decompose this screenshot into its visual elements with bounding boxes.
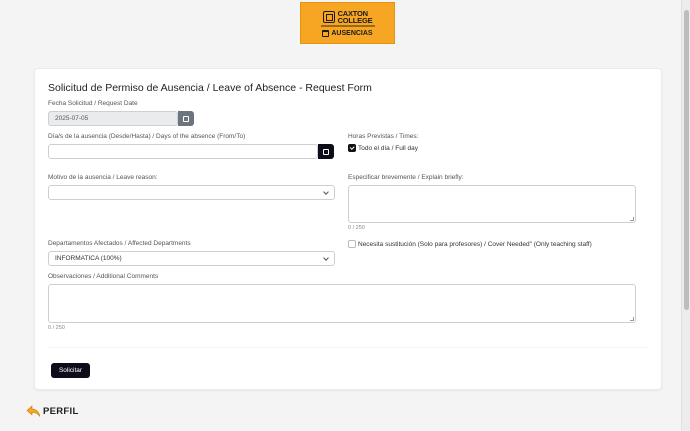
logo-sub-row: AUSENCIAS bbox=[322, 29, 373, 37]
departments-label: Departamentos Afectados / Affected Depar… bbox=[48, 240, 191, 247]
page-scrollbar[interactable] bbox=[681, 0, 690, 431]
request-date-label: Fecha Solicitud / Request Date bbox=[48, 100, 138, 107]
full-day-label[interactable]: Todo el día / Full day bbox=[358, 145, 418, 152]
form-title: Solicitud de Permiso de Ausencia / Leave… bbox=[48, 82, 372, 94]
request-date-input[interactable]: 2025-07-05 bbox=[48, 111, 178, 126]
calendar-icon bbox=[183, 115, 189, 122]
profile-label: PERFIL bbox=[43, 406, 79, 417]
caxton-ausencias-logo: CAXTON COLLEGE AUSENCIAS bbox=[300, 2, 395, 44]
comments-char-counter: 0 / 250 bbox=[48, 325, 65, 331]
absence-days-input[interactable] bbox=[48, 144, 318, 159]
back-arrow-icon bbox=[26, 405, 41, 417]
logo-top-row: CAXTON COLLEGE bbox=[322, 9, 373, 25]
logo-name-line2: COLLEGE bbox=[337, 15, 373, 25]
cover-needed-label[interactable]: Necesita sustitución (Solo para profesor… bbox=[358, 241, 592, 248]
logo-tagline-decoration bbox=[320, 24, 375, 27]
cover-needed-checkbox[interactable] bbox=[348, 240, 356, 248]
absence-days-label: Día/s de la ausencia (Desde/Hasta) / Day… bbox=[48, 133, 246, 140]
calendar-icon bbox=[323, 148, 329, 155]
resize-handle-icon[interactable] bbox=[630, 217, 634, 221]
request-date-calendar-button[interactable] bbox=[178, 111, 194, 126]
times-label: Horas Previstas / Times: bbox=[348, 133, 419, 140]
profile-link[interactable]: PERFIL bbox=[26, 405, 79, 418]
logo-name: CAXTON COLLEGE bbox=[337, 9, 373, 25]
leave-reason-select[interactable] bbox=[48, 185, 335, 200]
resize-handle-icon[interactable] bbox=[630, 317, 634, 321]
leave-request-form-card: Solicitud de Permiso de Ausencia / Leave… bbox=[34, 68, 662, 390]
chevron-down-icon bbox=[323, 255, 329, 261]
check-icon bbox=[349, 145, 355, 150]
explain-textarea[interactable] bbox=[348, 185, 636, 223]
comments-label: Observaciones / Additional Comments bbox=[48, 273, 159, 280]
explain-char-counter: 0 / 250 bbox=[348, 225, 365, 231]
submit-button[interactable]: Solicitar bbox=[51, 363, 90, 378]
leave-reason-label: Motivo de la ausencia / Leave reason: bbox=[48, 174, 158, 181]
departments-select[interactable]: INFORMATICA (100%) bbox=[48, 251, 335, 266]
chevron-down-icon bbox=[323, 189, 329, 195]
logo-sub-text: AUSENCIAS bbox=[331, 29, 373, 37]
comments-textarea[interactable] bbox=[48, 284, 636, 323]
form-divider bbox=[48, 347, 648, 348]
scrollbar-thumb[interactable] bbox=[684, 10, 689, 310]
explain-label: Especificar brevemente / Explain briefly… bbox=[348, 174, 464, 181]
absence-days-calendar-button[interactable] bbox=[318, 144, 334, 159]
departments-value: INFORMATICA (100%) bbox=[55, 255, 122, 262]
college-crest-icon bbox=[322, 10, 335, 23]
full-day-checkbox[interactable] bbox=[348, 144, 356, 152]
calendar-icon bbox=[322, 29, 330, 37]
